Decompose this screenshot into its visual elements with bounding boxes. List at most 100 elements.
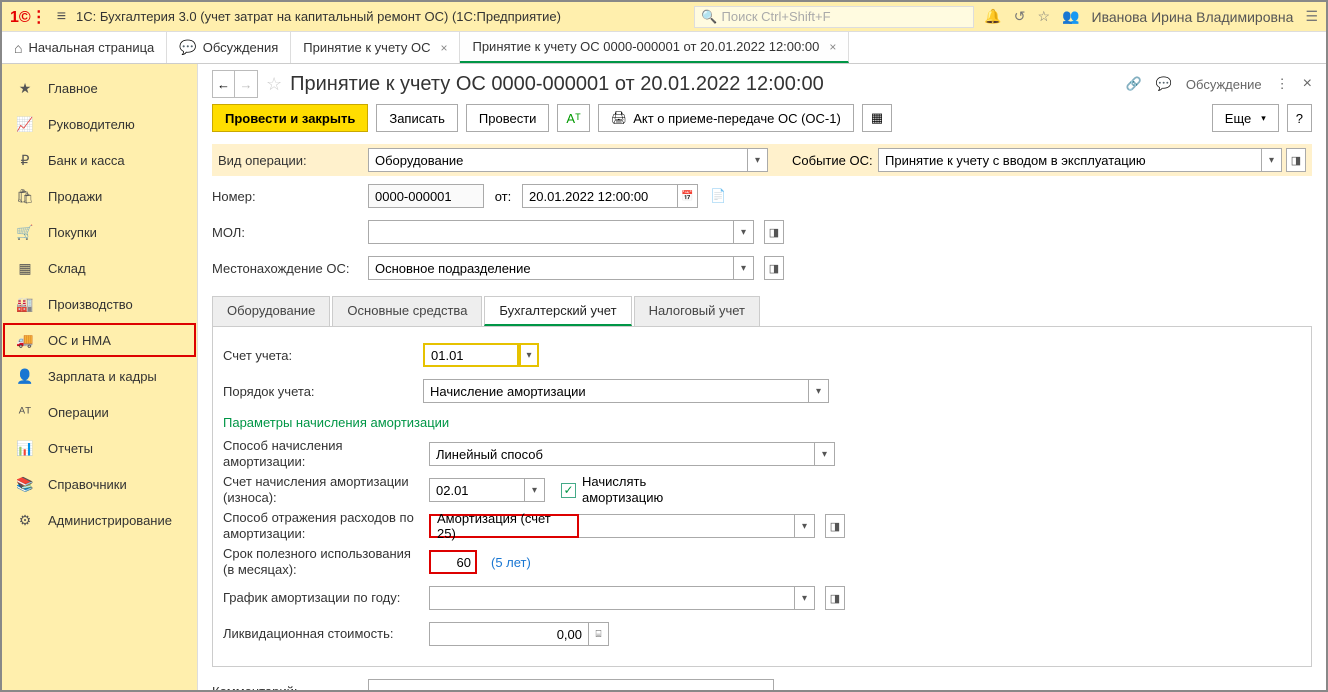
chevron-down-icon: ▾ [1261,113,1266,124]
date-input[interactable]: 20.01.2022 12:00:00 [522,184,678,208]
open-button[interactable]: ◨ [764,220,784,244]
status-icon[interactable]: 📄 [710,188,726,204]
sidebar-item-label: Главное [48,81,98,96]
sidebar-item-bank[interactable]: ₽Банк и касса [2,142,197,178]
dropdown-button[interactable]: ▾ [734,220,754,244]
sidebar-item-operations[interactable]: ᴬᵀОперации [2,394,197,430]
salvage-label: Ликвидационная стоимость: [223,626,423,642]
calendar-button[interactable]: 📅 [678,184,698,208]
tab-doc-list-label: Принятие к учету ОС [303,40,430,55]
open-button[interactable]: ◨ [1286,148,1306,172]
dep-acc-input[interactable]: 02.01 [429,478,525,502]
dropdown-button[interactable]: ▾ [748,148,768,172]
dropdown-button[interactable]: ▾ [734,256,754,280]
sidebar-item-catalogs[interactable]: 📚Справочники [2,466,197,502]
sidebar-item-purchases[interactable]: 🛒Покупки [2,214,197,250]
expense-input[interactable]: Амортизация (счет 25) [429,514,579,538]
expense-label: Способ отражения расходов по амортизации… [223,510,423,541]
comment-label: Комментарий: [212,684,362,691]
dropdown-button[interactable]: ▾ [525,478,545,502]
sidebar-item-admin[interactable]: ⚙Администрирование [2,502,197,538]
grid-icon: ▦ [16,260,34,277]
open-button[interactable]: ◨ [825,514,845,538]
op-type-input[interactable]: Оборудование [368,148,748,172]
sidebar-item-hr[interactable]: 👤Зарплата и кадры [2,358,197,394]
account-input[interactable]: 01.01 [423,343,519,367]
post-button[interactable]: Провести [466,104,550,132]
close-icon[interactable]: × [440,41,447,55]
user-name[interactable]: Иванова Ирина Владимировна [1092,9,1294,25]
input-value: Амортизация (счет 25) [437,511,571,541]
schedule-input[interactable] [429,586,795,610]
sidebar-item-label: Справочники [48,477,127,492]
mol-input[interactable] [368,220,734,244]
logo-icon: 1©⋮ [10,7,47,27]
print-act-button[interactable]: 🖨Акт о приеме-передаче ОС (ОС-1) [598,104,854,132]
history-icon[interactable]: ↺ [1014,8,1026,25]
tab-accounting[interactable]: Бухгалтерский учет [484,296,631,326]
life-input[interactable] [429,550,477,574]
sidebar-item-production[interactable]: 🏭Производство [2,286,197,322]
tab-discuss[interactable]: 💬 Обсуждения [167,32,291,63]
more-icon[interactable]: ⋮ [1276,76,1289,92]
nav-back-button[interactable]: ← [213,71,235,97]
title-bar: 1©⋮ ≡ 1С: Бухгалтерия 3.0 (учет затрат н… [2,2,1326,32]
sidebar-item-label: Покупки [48,225,97,240]
tab-doc-current[interactable]: Принятие к учету ОС 0000-000001 от 20.01… [460,32,849,63]
discuss-label[interactable]: Обсуждение [1186,77,1262,92]
comment-input[interactable] [368,679,774,690]
users-icon[interactable]: 👥 [1062,8,1079,25]
location-input[interactable]: Основное подразделение [368,256,734,280]
sidebar-item-reports[interactable]: 📊Отчеты [2,430,197,466]
sidebar-item-label: ОС и НМА [48,333,111,348]
dropdown-button[interactable]: ▾ [809,379,829,403]
favorite-icon[interactable]: ☆ [266,74,282,95]
open-button[interactable]: ◨ [764,256,784,280]
sidebar-item-warehouse[interactable]: ▦Склад [2,250,197,286]
dropdown-button[interactable]: ▾ [519,343,539,367]
dropdown-button[interactable]: ▾ [815,442,835,466]
dropdown-button[interactable]: ▾ [795,586,815,610]
sidebar-item-manager[interactable]: 📈Руководителю [2,106,197,142]
post-close-button[interactable]: Провести и закрыть [212,104,368,132]
tab-home[interactable]: ⌂ Начальная страница [2,32,167,63]
sidebar-item-os-nma[interactable]: 🚚ОС и НМА [2,322,197,358]
attach-button[interactable]: ▦ [862,104,892,132]
atkt-button[interactable]: Аᵀ [557,104,589,132]
number-input[interactable]: 0000-000001 [368,184,484,208]
calculator-button[interactable]: ⌸ [589,622,609,646]
dropdown-button[interactable]: ▾ [795,514,815,538]
bell-icon[interactable]: 🔔 [984,8,1001,25]
sidebar-item-main[interactable]: ★Главное [2,70,197,106]
nav-forward-button[interactable]: → [235,71,257,97]
menu-icon[interactable]: ☰ [1305,8,1318,25]
ruble-icon: ₽ [16,152,34,169]
method-label: Способ начисления амортизации: [223,438,423,469]
document-toolbar: Провести и закрыть Записать Провести Аᵀ … [212,104,1312,132]
tab-doc-list[interactable]: Принятие к учету ОС × [291,32,460,63]
order-label: Порядок учета: [223,384,417,399]
close-icon[interactable]: × [829,40,836,54]
input-value: Линейный способ [436,447,543,462]
star-icon[interactable]: ☆ [1038,8,1051,25]
salvage-input[interactable]: 0,00 [429,622,589,646]
event-input[interactable]: Принятие к учету с вводом в эксплуатацию [878,148,1262,172]
help-button[interactable]: ? [1287,104,1312,132]
close-icon[interactable]: × [1303,75,1312,93]
order-input[interactable]: Начисление амортизации [423,379,809,403]
tab-tax[interactable]: Налоговый учет [634,296,760,326]
discuss-icon[interactable]: 💬 [1156,76,1172,92]
global-search[interactable]: 🔍 Поиск Ctrl+Shift+F [694,6,974,28]
save-button[interactable]: Записать [376,104,458,132]
sidebar-item-sales[interactable]: 🛍Продажи [2,178,197,214]
amortize-checkbox[interactable]: ✓ Начислять амортизацию [561,474,672,505]
check-icon: ✓ [561,483,576,498]
dropdown-button[interactable]: ▾ [1262,148,1282,172]
more-button[interactable]: Еще▾ [1212,104,1279,132]
tab-fixed-assets[interactable]: Основные средства [332,296,482,326]
open-button[interactable]: ◨ [825,586,845,610]
link-icon[interactable]: 🔗 [1126,76,1142,92]
method-input[interactable]: Линейный способ [429,442,815,466]
hamburger-icon[interactable]: ≡ [57,8,66,26]
tab-equipment[interactable]: Оборудование [212,296,330,326]
